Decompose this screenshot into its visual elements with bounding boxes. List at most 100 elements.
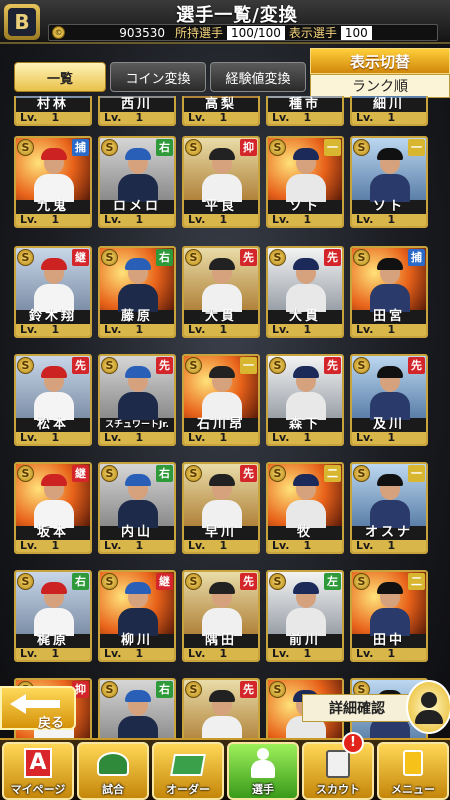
nav-menu[interactable]: メニュー [377,742,449,800]
player-card[interactable]: S 継坂本 Lv. 1 [14,462,92,554]
player-card[interactable]: 村林 Lv. 1 [14,96,92,126]
level-value: 1 [51,111,60,124]
owned-label: 所持選手 [175,26,224,40]
nav-scout[interactable]: スカウト [302,742,374,800]
player-card[interactable]: S 先早川 Lv. 1 [182,462,260,554]
player-name: 大貫 [288,309,321,324]
player-card[interactable]: S 一石川昂 Lv. 1 [182,354,260,446]
player-card[interactable]: S 左前川 Lv. 1 [266,570,344,662]
player-name: 石川昂 [196,417,245,432]
owned-value: 100/100 [227,25,285,40]
level-bar: Lv. 1 [16,648,90,660]
level-value: 1 [219,323,228,336]
detail-confirm-button[interactable]: 詳細確認 [302,680,450,734]
player-name: 早川 [204,525,237,540]
position-badge: 先 [240,681,257,698]
tab-list[interactable]: 一覧 [14,62,106,92]
position-badge: 捕 [72,139,89,156]
player-portrait-icon [34,580,74,636]
level-prefix: Lv. [188,213,206,226]
level-prefix: Lv. [20,111,38,124]
level-value: 1 [219,111,228,124]
player-card[interactable]: S 先隅田 Lv. 1 [182,570,260,662]
position-badge: 抑 [240,139,257,156]
level-bar: Lv. 1 [184,648,258,660]
display-toggle-value: ランク順 [310,74,450,98]
player-card[interactable]: S 二田中 Lv. 1 [350,570,428,662]
player-card[interactable]: S 継柳川 Lv. 1 [98,570,176,662]
nav-label: 試合 [102,783,124,796]
level-value: 1 [135,111,144,124]
player-portrait-icon [118,256,158,312]
player-portrait-icon [34,364,74,420]
player-card[interactable]: S右 [98,678,176,738]
player-card[interactable]: S 継鈴木翔 Lv. 1 [14,246,92,338]
player-card[interactable]: S 一ソト Lv. 1 [266,136,344,228]
level-prefix: Lv. [272,431,290,444]
player-card[interactable]: S 先大貫 Lv. 1 [266,246,344,338]
nav-label: スカウト [316,783,360,796]
player-portrait-icon [286,472,326,528]
player-name: 西川 [120,97,153,112]
player-card[interactable]: S 先及川 Lv. 1 [350,354,428,446]
position-badge: 先 [324,249,341,266]
mypage-icon: A [20,748,56,782]
rank-s-icon: S [101,681,118,698]
player-card[interactable]: S 二牧 Lv. 1 [266,462,344,554]
player-card[interactable]: S 捕九鬼 Lv. 1 [14,136,92,228]
player-portrait-icon [370,256,410,312]
player-card[interactable]: 西川 Lv. 1 [98,96,176,126]
nav-order-field[interactable]: オーダー [152,742,224,800]
display-toggle-button[interactable]: 表示切替 ランク順 [310,48,450,100]
player-portrait-icon [34,472,74,528]
player-card[interactable]: S 右藤原 Lv. 1 [98,246,176,338]
level-prefix: Lv. [104,111,122,124]
player-card[interactable]: S 捕田宮 Lv. 1 [350,246,428,338]
rank-s-icon: S [185,465,202,482]
level-value: 1 [387,111,396,124]
coin-icon: © [52,26,65,39]
player-portrait-icon [286,256,326,312]
player-card[interactable]: S 先大貫 Lv. 1 [182,246,260,338]
position-badge: 右 [72,573,89,590]
level-bar: Lv. 1 [268,648,342,660]
level-value: 1 [303,431,312,444]
nav-mypage[interactable]: A マイページ [2,742,74,800]
player-card[interactable]: 種市 Lv. 1 [266,96,344,126]
level-prefix: Lv. [20,647,38,660]
nav-stadium[interactable]: 試合 [77,742,149,800]
player-card[interactable]: 細川 Lv. 1 [350,96,428,126]
player-card[interactable]: S 抑平良 Lv. 1 [182,136,260,228]
player-name: ソト [288,199,321,214]
player-portrait-icon [202,580,242,636]
nav-player[interactable]: 選手 [227,742,299,800]
player-card[interactable]: S先 [182,678,260,738]
rank-s-icon: S [269,249,286,266]
stats-bar: © 903530 所持選手 100/100 表示選手 100 [48,24,438,41]
position-badge: 一 [240,357,257,374]
rank-s-icon: S [185,249,202,266]
player-card-grid: 村林 Lv. 1 西川 Lv. 1 高梨 Lv. 1 種市 Lv. 1 細川 Lv. 1 S 捕九鬼 Lv. 1 S 右… [0,96,450,738]
rank-s-icon: S [353,249,370,266]
player-card[interactable]: S 一オスナ Lv. 1 [350,462,428,554]
tab-exp-convert[interactable]: 経験値変換 [210,62,306,92]
level-bar: Lv. 1 [100,324,174,336]
player-name: 藤原 [120,309,153,324]
player-card[interactable]: 高梨 Lv. 1 [182,96,260,126]
player-card[interactable]: S 右内山 Lv. 1 [98,462,176,554]
player-card[interactable]: S 右ロメロ Lv. 1 [98,136,176,228]
player-card[interactable]: S 先松本 Lv. 1 [14,354,92,446]
player-card[interactable]: S 一ソト Lv. 1 [350,136,428,228]
player-card[interactable]: S 先森下 Lv. 1 [266,354,344,446]
player-name: 牧 [296,525,313,540]
level-bar: Lv. 1 [16,432,90,444]
player-card[interactable]: S 右梶原 Lv. 1 [14,570,92,662]
position-badge: 二 [408,573,425,590]
tab-coin-convert[interactable]: コイン変換 [110,62,206,92]
rank-s-icon: S [185,139,202,156]
player-card[interactable]: S 先スチュワートJr. Lv. 1 [98,354,176,446]
level-bar: Lv. 1 [268,432,342,444]
level-value: 1 [51,647,60,660]
level-bar: Lv. 1 [100,648,174,660]
back-button[interactable]: 戻る [0,686,76,731]
